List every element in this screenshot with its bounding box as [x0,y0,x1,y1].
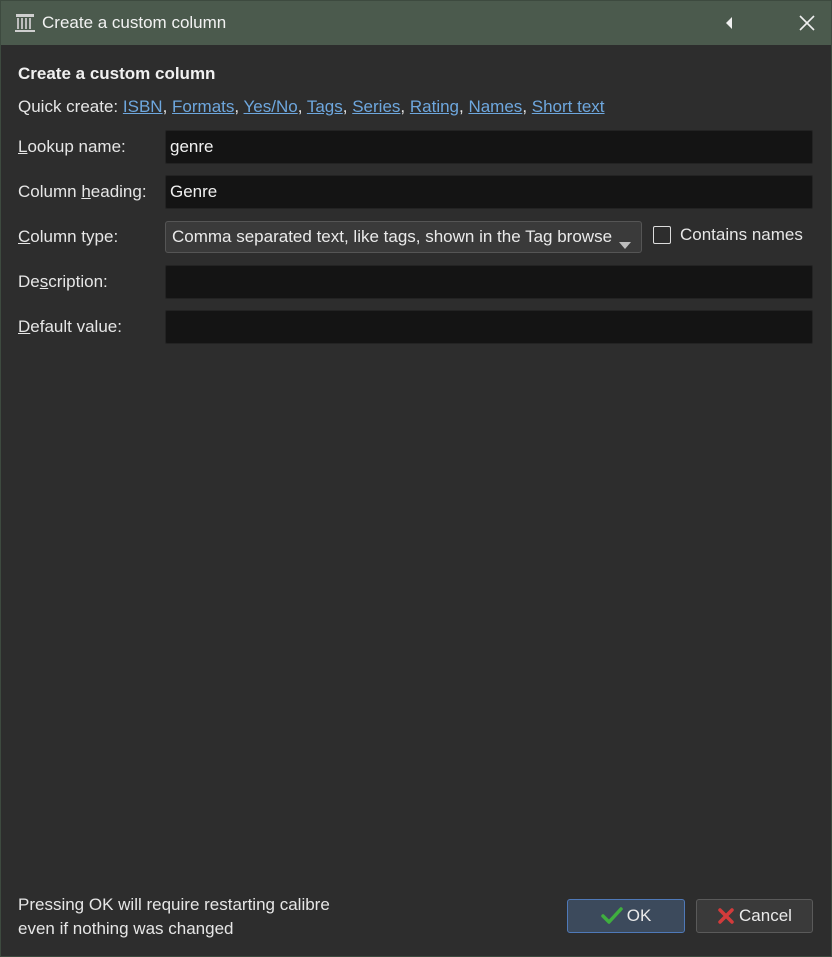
lookup-name-label: Lookup name: [18,137,126,157]
restart-note-line1: Pressing OK will require restarting cali… [18,895,330,914]
label-part: Column [18,182,82,201]
description-input[interactable] [165,265,813,299]
dialog-window: Create a custom column Create a custom c… [0,0,832,957]
default-value-label: Default value: [18,317,122,337]
dialog-heading: Create a custom column [18,64,216,83]
label-part: olumn type: [30,227,119,246]
label-accelerator: D [18,317,31,336]
restart-note-line2: even if nothing was changed [18,919,234,938]
quick-create-names-link[interactable]: Names [468,97,522,116]
label-part: cription: [48,272,108,291]
quick-create-isbn-link[interactable]: ISBN [123,97,163,116]
column-type-value: Comma separated text, like tags, shown i… [172,227,612,246]
contains-names-checkbox-row[interactable]: Contains names [653,225,803,245]
quick-create-rating-link[interactable]: Rating [410,97,459,116]
quick-create-formats-link[interactable]: Formats [172,97,234,116]
cancel-button[interactable]: Cancel [696,899,813,933]
quick-create-series-link[interactable]: Series [352,97,400,116]
red-x-icon [717,907,735,925]
ok-button[interactable]: OK [567,899,685,933]
column-type-label: Column type: [18,227,118,247]
label-accelerator: h [81,182,91,201]
description-label: Description: [18,272,108,292]
label-part: ookup name: [27,137,126,156]
checkmark-icon [600,907,623,925]
label-accelerator: s [39,272,49,291]
restart-note: Pressing OK will require restarting cali… [18,893,330,941]
column-type-select[interactable]: Comma separated text, like tags, shown i… [165,221,642,253]
default-value-input[interactable] [165,310,813,344]
label-part: De [18,272,40,291]
label-accelerator: C [18,227,31,246]
quick-create-row: Quick create: ISBN, Formats, Yes/No, Tag… [18,97,605,116]
label-part: eading: [90,182,147,201]
triangle-left-icon[interactable] [709,1,749,45]
contains-names-label: Contains names [680,225,803,244]
ok-button-label: OK [626,906,652,925]
cancel-button-label: Cancel [739,906,792,925]
quick-create-label: Quick create: [18,97,119,116]
window-title: Create a custom column [42,13,227,32]
title-bar[interactable]: Create a custom column [1,1,831,45]
lookup-name-input[interactable] [165,130,813,164]
chevron-down-icon [619,234,631,254]
column-heading-input[interactable] [165,175,813,209]
quick-create-short-text-link[interactable]: Short text [532,97,605,116]
quick-create-tags-link[interactable]: Tags [307,97,343,116]
close-icon[interactable] [787,1,827,45]
column-heading-label: Column heading: [18,182,147,202]
quick-create-yesno-link[interactable]: Yes/No [244,97,298,116]
contains-names-checkbox[interactable] [653,226,671,244]
label-part: efault value: [30,317,122,336]
calibre-library-icon [14,12,36,34]
